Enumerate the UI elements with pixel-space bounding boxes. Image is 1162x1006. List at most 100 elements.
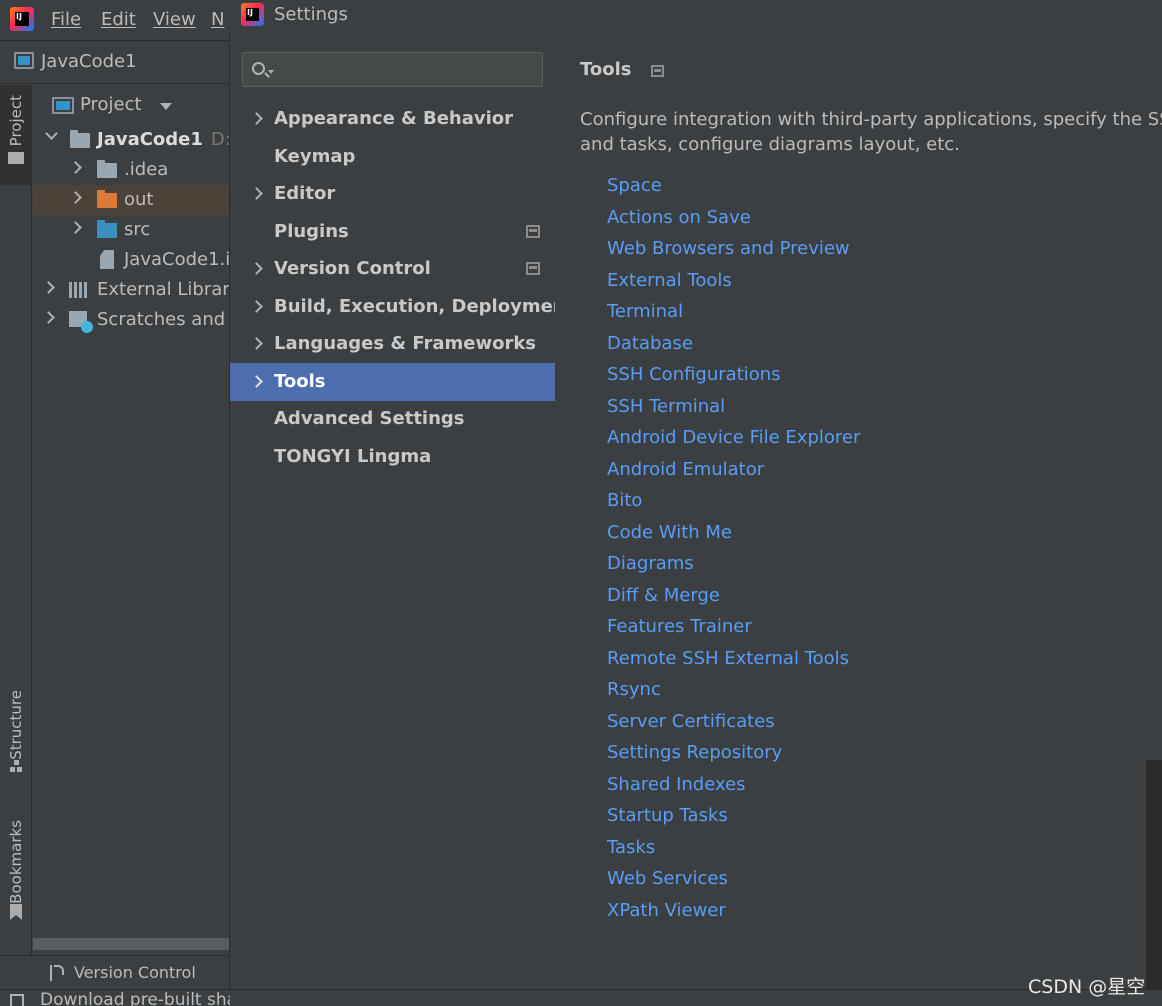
link-actions-on-save[interactable]: Actions on Save — [607, 207, 751, 228]
link-terminal[interactable]: Terminal — [607, 301, 683, 322]
page-description-line-2: and tasks, configure diagrams layout, et… — [580, 134, 960, 155]
sidebar-item-advanced-settings[interactable]: Advanced Settings — [230, 400, 555, 438]
link-startup-tasks[interactable]: Startup Tasks — [607, 805, 728, 826]
link-android-emulator[interactable]: Android Emulator — [607, 459, 764, 480]
project-view-icon — [52, 97, 74, 114]
chevron-right-icon[interactable] — [250, 187, 263, 200]
link-ssh-terminal[interactable]: SSH Terminal — [607, 396, 725, 417]
tree-label-idea: .idea — [124, 159, 169, 180]
sidebar-item-version-control[interactable]: Version Control — [230, 250, 555, 288]
tree-row-scratches[interactable]: Scratches and Consoles — [33, 305, 230, 335]
sidebar-item-label: TONGYI Lingma — [274, 446, 432, 467]
sidebar-item-keymap[interactable]: Keymap — [230, 138, 555, 176]
menu-edit[interactable]: Edit — [101, 9, 136, 30]
page-description: Configure integration with third-party a… — [580, 107, 1162, 157]
structure-tool-tab-label: Structure — [7, 690, 25, 760]
sidebar-item-label: Version Control — [274, 258, 431, 279]
tree-label-out: out — [124, 189, 154, 210]
link-web-browsers-and-preview[interactable]: Web Browsers and Preview — [607, 238, 850, 259]
page-description-line-1: Configure integration with third-party a… — [580, 109, 1162, 130]
sidebar-item-label: Tools — [274, 371, 326, 392]
settings-search-box[interactable] — [242, 52, 543, 87]
chevron-down-icon[interactable] — [160, 103, 172, 110]
iml-file-icon — [100, 250, 114, 269]
tree-row-external-libraries[interactable]: External Libraries — [33, 275, 230, 305]
link-server-certificates[interactable]: Server Certificates — [607, 711, 775, 732]
version-control-tool-tab[interactable]: Version Control — [74, 963, 196, 982]
tree-label-iml: JavaCode1.iml — [124, 249, 230, 270]
link-web-services[interactable]: Web Services — [607, 868, 728, 889]
link-diff-merge[interactable]: Diff & Merge — [607, 585, 720, 606]
chevron-right-icon[interactable] — [42, 281, 55, 294]
project-level-icon — [526, 262, 540, 275]
chevron-right-icon[interactable] — [69, 161, 82, 174]
chevron-right-icon[interactable] — [250, 300, 263, 313]
link-settings-repository[interactable]: Settings Repository — [607, 742, 782, 763]
sidebar-item-build-execution-deployment[interactable]: Build, Execution, Deployment — [230, 288, 574, 326]
sidebar-item-tools[interactable]: Tools — [230, 363, 555, 401]
status-message[interactable]: Download pre-built shared indexes — [40, 990, 230, 1006]
chevron-right-icon[interactable] — [250, 337, 263, 350]
chevron-right-icon[interactable] — [250, 375, 263, 388]
bottom-tool-stripe: Version Control — [0, 955, 230, 989]
tree-row-src[interactable]: src — [33, 215, 230, 245]
chevron-right-icon[interactable] — [42, 311, 55, 324]
tree-row-idea[interactable]: .idea — [33, 155, 230, 185]
bookmarks-tool-tab-label: Bookmarks — [7, 820, 25, 904]
project-tool-tab-label: Project — [7, 95, 25, 147]
tree-row-javacode1[interactable]: JavaCode1 D:\ — [33, 125, 230, 155]
chevron-right-icon[interactable] — [69, 221, 82, 234]
tree-row-out[interactable]: out — [33, 185, 230, 215]
sidebar-item-label: Keymap — [274, 146, 356, 167]
project-tool-tab[interactable]: Project — [0, 85, 32, 185]
link-remote-ssh-external-tools[interactable]: Remote SSH External Tools — [607, 648, 849, 669]
chevron-right-icon[interactable] — [250, 112, 263, 125]
sidebar-item-appearance-behavior[interactable]: Appearance & Behavior — [230, 100, 555, 138]
watermark: CSDN @星空 — [1028, 976, 1146, 998]
link-bito[interactable]: Bito — [607, 490, 642, 511]
link-ssh-configurations[interactable]: SSH Configurations — [607, 364, 781, 385]
chevron-right-icon[interactable] — [250, 262, 263, 275]
menu-file[interactable]: File — [51, 9, 81, 30]
link-code-with-me[interactable]: Code With Me — [607, 522, 732, 543]
tree-row-iml[interactable]: JavaCode1.iml — [33, 245, 230, 275]
sidebar-item-languages-frameworks[interactable]: Languages & Frameworks — [230, 325, 555, 363]
link-diagrams[interactable]: Diagrams — [607, 553, 694, 574]
ide-navigation-bar: JavaCode1 — [0, 40, 230, 84]
sidebar-item-editor[interactable]: Editor — [230, 175, 555, 213]
tool-window-toggle-icon[interactable] — [10, 994, 24, 1006]
sidebar-item-plugins[interactable]: Plugins — [230, 213, 555, 251]
link-features-trainer[interactable]: Features Trainer — [607, 616, 752, 637]
link-rsync[interactable]: Rsync — [607, 679, 661, 700]
horizontal-scrollbar[interactable] — [33, 938, 230, 950]
link-tasks[interactable]: Tasks — [607, 837, 655, 858]
sidebar-item-tongyi-lingma[interactable]: TONGYI Lingma — [230, 438, 555, 476]
link-external-tools[interactable]: External Tools — [607, 270, 732, 291]
settings-search-input[interactable] — [279, 55, 534, 84]
menu-view[interactable]: View — [153, 9, 196, 30]
dialog-title: Settings — [274, 4, 348, 25]
search-history-caret-icon[interactable] — [268, 70, 274, 74]
bookmark-icon — [10, 903, 22, 920]
folder-icon — [97, 160, 117, 178]
link-shared-indexes[interactable]: Shared Indexes — [607, 774, 746, 795]
chevron-down-icon[interactable] — [45, 127, 58, 140]
chevron-right-icon[interactable] — [69, 191, 82, 204]
vertical-scrollbar[interactable] — [1146, 760, 1162, 989]
bookmarks-tool-tab[interactable]: Bookmarks — [0, 820, 32, 940]
search-icon[interactable] — [252, 62, 265, 75]
link-android-device-file-explorer[interactable]: Android Device File Explorer — [607, 427, 860, 448]
tree-label-src: src — [124, 219, 151, 240]
left-tool-stripe: Project Structure Bookmarks — [0, 85, 32, 991]
nav-project-name[interactable]: JavaCode1 — [41, 51, 137, 72]
link-xpath-viewer[interactable]: XPath Viewer — [607, 900, 726, 921]
intellij-logo-icon: IJ — [241, 3, 264, 26]
structure-tool-tab[interactable]: Structure — [0, 690, 32, 795]
link-space[interactable]: Space — [607, 175, 662, 196]
project-panel-header[interactable]: Project — [33, 85, 230, 125]
menu-navigate[interactable]: N — [211, 9, 224, 30]
tree-label-external-libraries: External Libraries — [97, 279, 230, 300]
sidebar-item-label: Advanced Settings — [274, 408, 465, 429]
link-database[interactable]: Database — [607, 333, 693, 354]
module-icon — [14, 52, 34, 69]
